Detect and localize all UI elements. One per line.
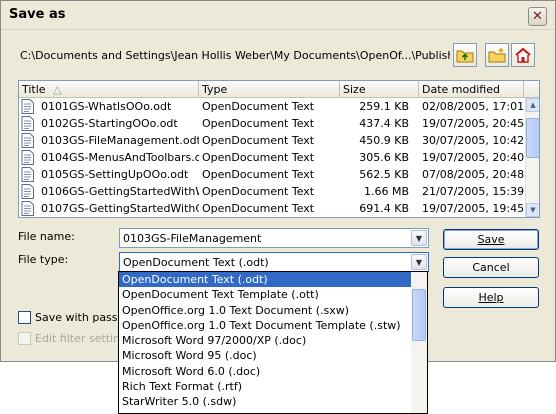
save-with-password-checkbox[interactable] (18, 311, 31, 324)
file-name-cell: 0104GS-MenusAndToolbars.od (19, 150, 199, 165)
table-row[interactable]: 0106GS-GettingStartedWithWr OpenDocument … (19, 183, 525, 200)
file-type-option[interactable]: OpenDocument Text (.odt) (119, 272, 411, 288)
file-type-select[interactable]: OpenDocument Text (.odt) ▼ (119, 252, 429, 272)
table-row[interactable]: 0105GS-SettingUpOOo.odt OpenDocument Text… (19, 166, 525, 183)
help-button[interactable]: Help (443, 287, 539, 308)
file-name-cell: 0107GS-GettingStartedWithCal (19, 201, 199, 216)
cancel-button[interactable]: Cancel (443, 257, 539, 278)
file-date-cell: 19/07/2005, 20:40:28 (422, 151, 524, 164)
scrollbar-thumb[interactable] (412, 289, 426, 341)
file-type-option[interactable]: OpenOffice.org 1.0 Text Document (.sxw) (119, 303, 411, 318)
file-date-cell: 19/07/2005, 20:45:02 (422, 117, 524, 130)
table-row[interactable]: 0102GS-StartingOOo.odt OpenDocument Text 4… (19, 115, 525, 132)
table-row[interactable]: 0107GS-GettingStartedWithCal OpenDocument… (19, 200, 525, 217)
file-size-cell: 562.5 KB (359, 168, 409, 181)
file-name-cell: 0102GS-StartingOOo.odt (19, 116, 199, 131)
file-size-cell: 259.1 KB (359, 100, 409, 113)
file-type-option[interactable]: OpenOffice.org 1.0 Text Document Templat… (119, 318, 411, 333)
file-name-label: File name: (18, 230, 75, 243)
scroll-up-arrow-icon[interactable]: ▲ (526, 98, 539, 112)
file-list-rows: 0101GS-WhatIsOOo.odt OpenDocument Text 259… (19, 98, 525, 217)
new-folder-icon (488, 48, 506, 63)
table-row[interactable]: 0104GS-MenusAndToolbars.od OpenDocument T… (19, 149, 525, 166)
file-size-cell: 305.6 KB (359, 151, 409, 164)
file-type-value: OpenDocument Text (.odt) (123, 256, 269, 269)
column-date-modified[interactable]: Date modified (419, 81, 524, 97)
title-bar: Save as ✕ (1, 1, 555, 30)
file-name-cell: 0103GS-FileManagement.odt (19, 133, 199, 148)
document-icon (21, 99, 34, 114)
file-type-option[interactable]: Rich Text Format (.rtf) (119, 379, 411, 394)
file-type-cell: OpenDocument Text (202, 185, 315, 198)
file-list-scrollbar[interactable]: ▲ ▼ (525, 98, 539, 217)
file-type-cell: OpenDocument Text (202, 117, 315, 130)
file-type-option[interactable]: StarWriter 5.0 (.sdw) (119, 394, 411, 409)
file-name-cell: 0106GS-GettingStartedWithWr (19, 184, 199, 199)
scroll-down-arrow-icon[interactable]: ▼ (526, 203, 539, 217)
file-type-options: OpenDocument Text (.odt) OpenDocument Tex… (119, 272, 411, 413)
up-one-level-button[interactable] (453, 43, 477, 67)
table-row[interactable]: 0103GS-FileManagement.odt OpenDocument Te… (19, 132, 525, 149)
file-name-input[interactable]: 0103GS-FileManagement (123, 232, 261, 245)
sort-ascending-icon: △ (53, 83, 62, 96)
document-icon (21, 167, 34, 182)
document-icon (21, 150, 34, 165)
default-directory-button[interactable] (511, 43, 535, 67)
column-size[interactable]: Size (340, 81, 419, 97)
file-name-combobox[interactable]: 0103GS-FileManagement ▼ (119, 228, 429, 248)
chevron-down-icon: ▼ (415, 257, 423, 267)
file-type-cell: OpenDocument Text (202, 168, 315, 181)
file-type-cell: OpenDocument Text (202, 134, 315, 147)
current-path: C:\Documents and Settings\Jean Hollis We… (20, 49, 450, 62)
file-date-cell: 30/07/2005, 10:42:58 (422, 134, 524, 147)
column-type[interactable]: Type (199, 81, 340, 97)
file-name-cell: 0101GS-WhatIsOOo.odt (19, 99, 199, 114)
file-type-option[interactable]: OpenDocument Text Template (.ott) (119, 287, 411, 302)
file-list-header: Title △ Type Size Date modified (19, 81, 539, 98)
edit-filter-settings-checkbox (18, 332, 31, 345)
create-new-folder-button[interactable] (485, 43, 509, 67)
document-icon (21, 184, 34, 199)
folder-up-icon (456, 50, 474, 63)
file-name-dropdown-button[interactable]: ▼ (411, 230, 427, 246)
save-button[interactable]: Save (443, 229, 539, 250)
file-type-option[interactable]: Microsoft Word 6.0 (.doc) (119, 364, 411, 379)
file-size-cell: 1.66 MB (363, 185, 409, 198)
close-button[interactable]: ✕ (528, 7, 547, 26)
document-icon (21, 133, 34, 148)
file-date-cell: 19/07/2005, 19:45:58 (422, 202, 524, 215)
document-icon (21, 116, 34, 131)
file-type-cell: OpenDocument Text (202, 202, 315, 215)
file-name-cell: 0105GS-SettingUpOOo.odt (19, 167, 199, 182)
file-type-cell: OpenDocument Text (202, 151, 315, 164)
file-date-cell: 07/08/2005, 20:48:28 (422, 168, 524, 181)
file-size-cell: 450.9 KB (359, 134, 409, 147)
dialog-title: Save as (9, 7, 66, 22)
table-row[interactable]: 0101GS-WhatIsOOo.odt OpenDocument Text 259… (19, 98, 525, 115)
file-date-cell: 02/08/2005, 17:01:56 (422, 100, 524, 113)
file-type-scrollbar[interactable] (411, 272, 427, 413)
file-list[interactable]: Title △ Type Size Date modified 0101GS-W… (18, 80, 540, 218)
chevron-down-icon: ▼ (415, 233, 423, 243)
file-size-cell: 691.4 KB (359, 202, 409, 215)
file-date-cell: 21/07/2005, 15:39:52 (422, 185, 524, 198)
file-type-option[interactable]: StarWriter 5.0 Template (.vor) (119, 410, 411, 413)
document-icon (21, 201, 34, 216)
file-size-cell: 437.4 KB (359, 117, 409, 130)
file-type-dropdown-button[interactable]: ▼ (411, 254, 427, 270)
file-type-cell: OpenDocument Text (202, 100, 315, 113)
file-type-option[interactable]: Microsoft Word 97/2000/XP (.doc) (119, 333, 411, 348)
home-icon (515, 47, 531, 63)
scrollbar-thumb[interactable] (526, 118, 539, 158)
column-title[interactable]: Title △ (19, 81, 199, 97)
file-type-label: File type: (18, 253, 69, 266)
close-icon: ✕ (532, 9, 543, 24)
file-type-dropdown-list[interactable]: OpenDocument Text (.odt) OpenDocument Tex… (118, 271, 428, 414)
file-type-option[interactable]: Microsoft Word 95 (.doc) (119, 348, 411, 363)
